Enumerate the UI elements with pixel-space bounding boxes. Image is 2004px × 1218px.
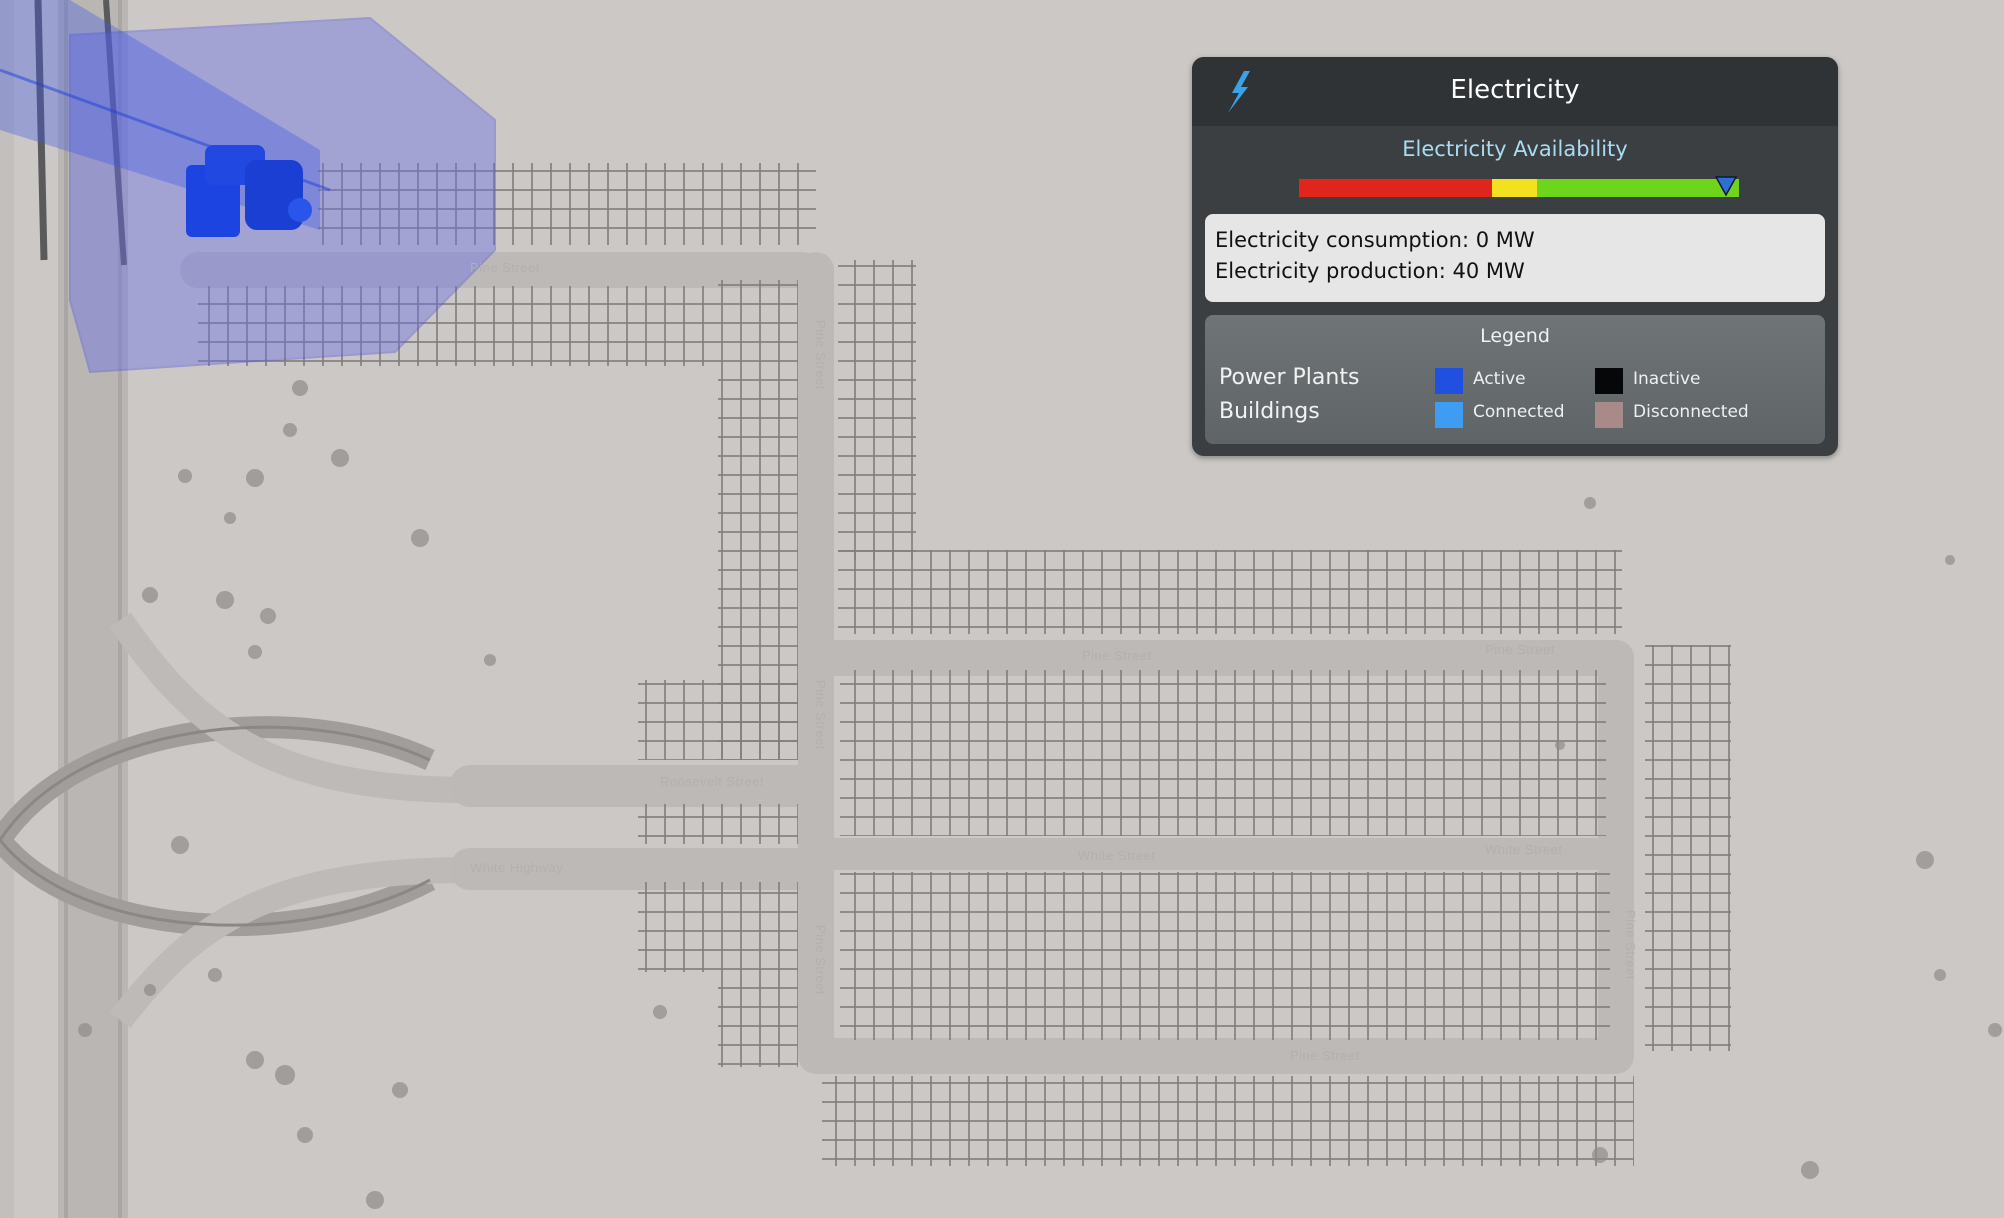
availability-bar-mid xyxy=(1492,179,1537,197)
availability-label: Electricity Availability xyxy=(1402,137,1628,161)
street-label: Pine Street xyxy=(1082,648,1152,663)
electricity-consumption: Electricity consumption: 0 MW xyxy=(1215,228,1535,252)
panel-title: Electricity xyxy=(1450,75,1580,105)
legend-active-swatch xyxy=(1435,368,1463,394)
street-label: Roosevelt Street xyxy=(660,774,764,789)
legend-power-plants-label: Power Plants xyxy=(1219,365,1360,390)
legend: Legend Power Plants Buildings Active Ina… xyxy=(1205,315,1825,444)
legend-inactive-swatch xyxy=(1595,368,1623,394)
street-label: White Street xyxy=(1078,848,1156,863)
street-label: Pine Street xyxy=(1623,910,1638,980)
street-label: White Highway xyxy=(470,860,563,875)
panel-header[interactable]: Electricity xyxy=(1192,57,1838,126)
legend-connected-label: Connected xyxy=(1473,402,1565,422)
legend-inactive-label: Inactive xyxy=(1633,369,1701,389)
legend-disconnected-label: Disconnected xyxy=(1633,402,1749,422)
availability-bar-low xyxy=(1299,179,1492,197)
availability-marker-icon xyxy=(1714,176,1738,197)
street-label: Pine Street xyxy=(813,680,828,750)
electricity-panel[interactable]: Electricity Electricity Availability Ele… xyxy=(1192,57,1838,456)
legend-buildings-label: Buildings xyxy=(1219,399,1320,424)
legend-active-label: Active xyxy=(1473,369,1526,389)
legend-title: Legend xyxy=(1480,325,1550,347)
street-label: Pine Street xyxy=(813,320,828,390)
street-label: Pine Street xyxy=(1485,642,1555,657)
availability-bar-high xyxy=(1537,179,1739,197)
electricity-stats: Electricity consumption: 0 MW Electricit… xyxy=(1205,214,1825,302)
street-label: Pine Street xyxy=(813,925,828,995)
legend-disconnected-swatch xyxy=(1595,402,1623,428)
availability-bar xyxy=(1299,179,1739,197)
street-label: Pine Street xyxy=(470,260,540,275)
street-label: White Street xyxy=(1485,842,1563,857)
street-label: Pine Street xyxy=(1290,1048,1360,1063)
electricity-production: Electricity production: 40 MW xyxy=(1215,259,1525,283)
legend-connected-swatch xyxy=(1435,402,1463,428)
